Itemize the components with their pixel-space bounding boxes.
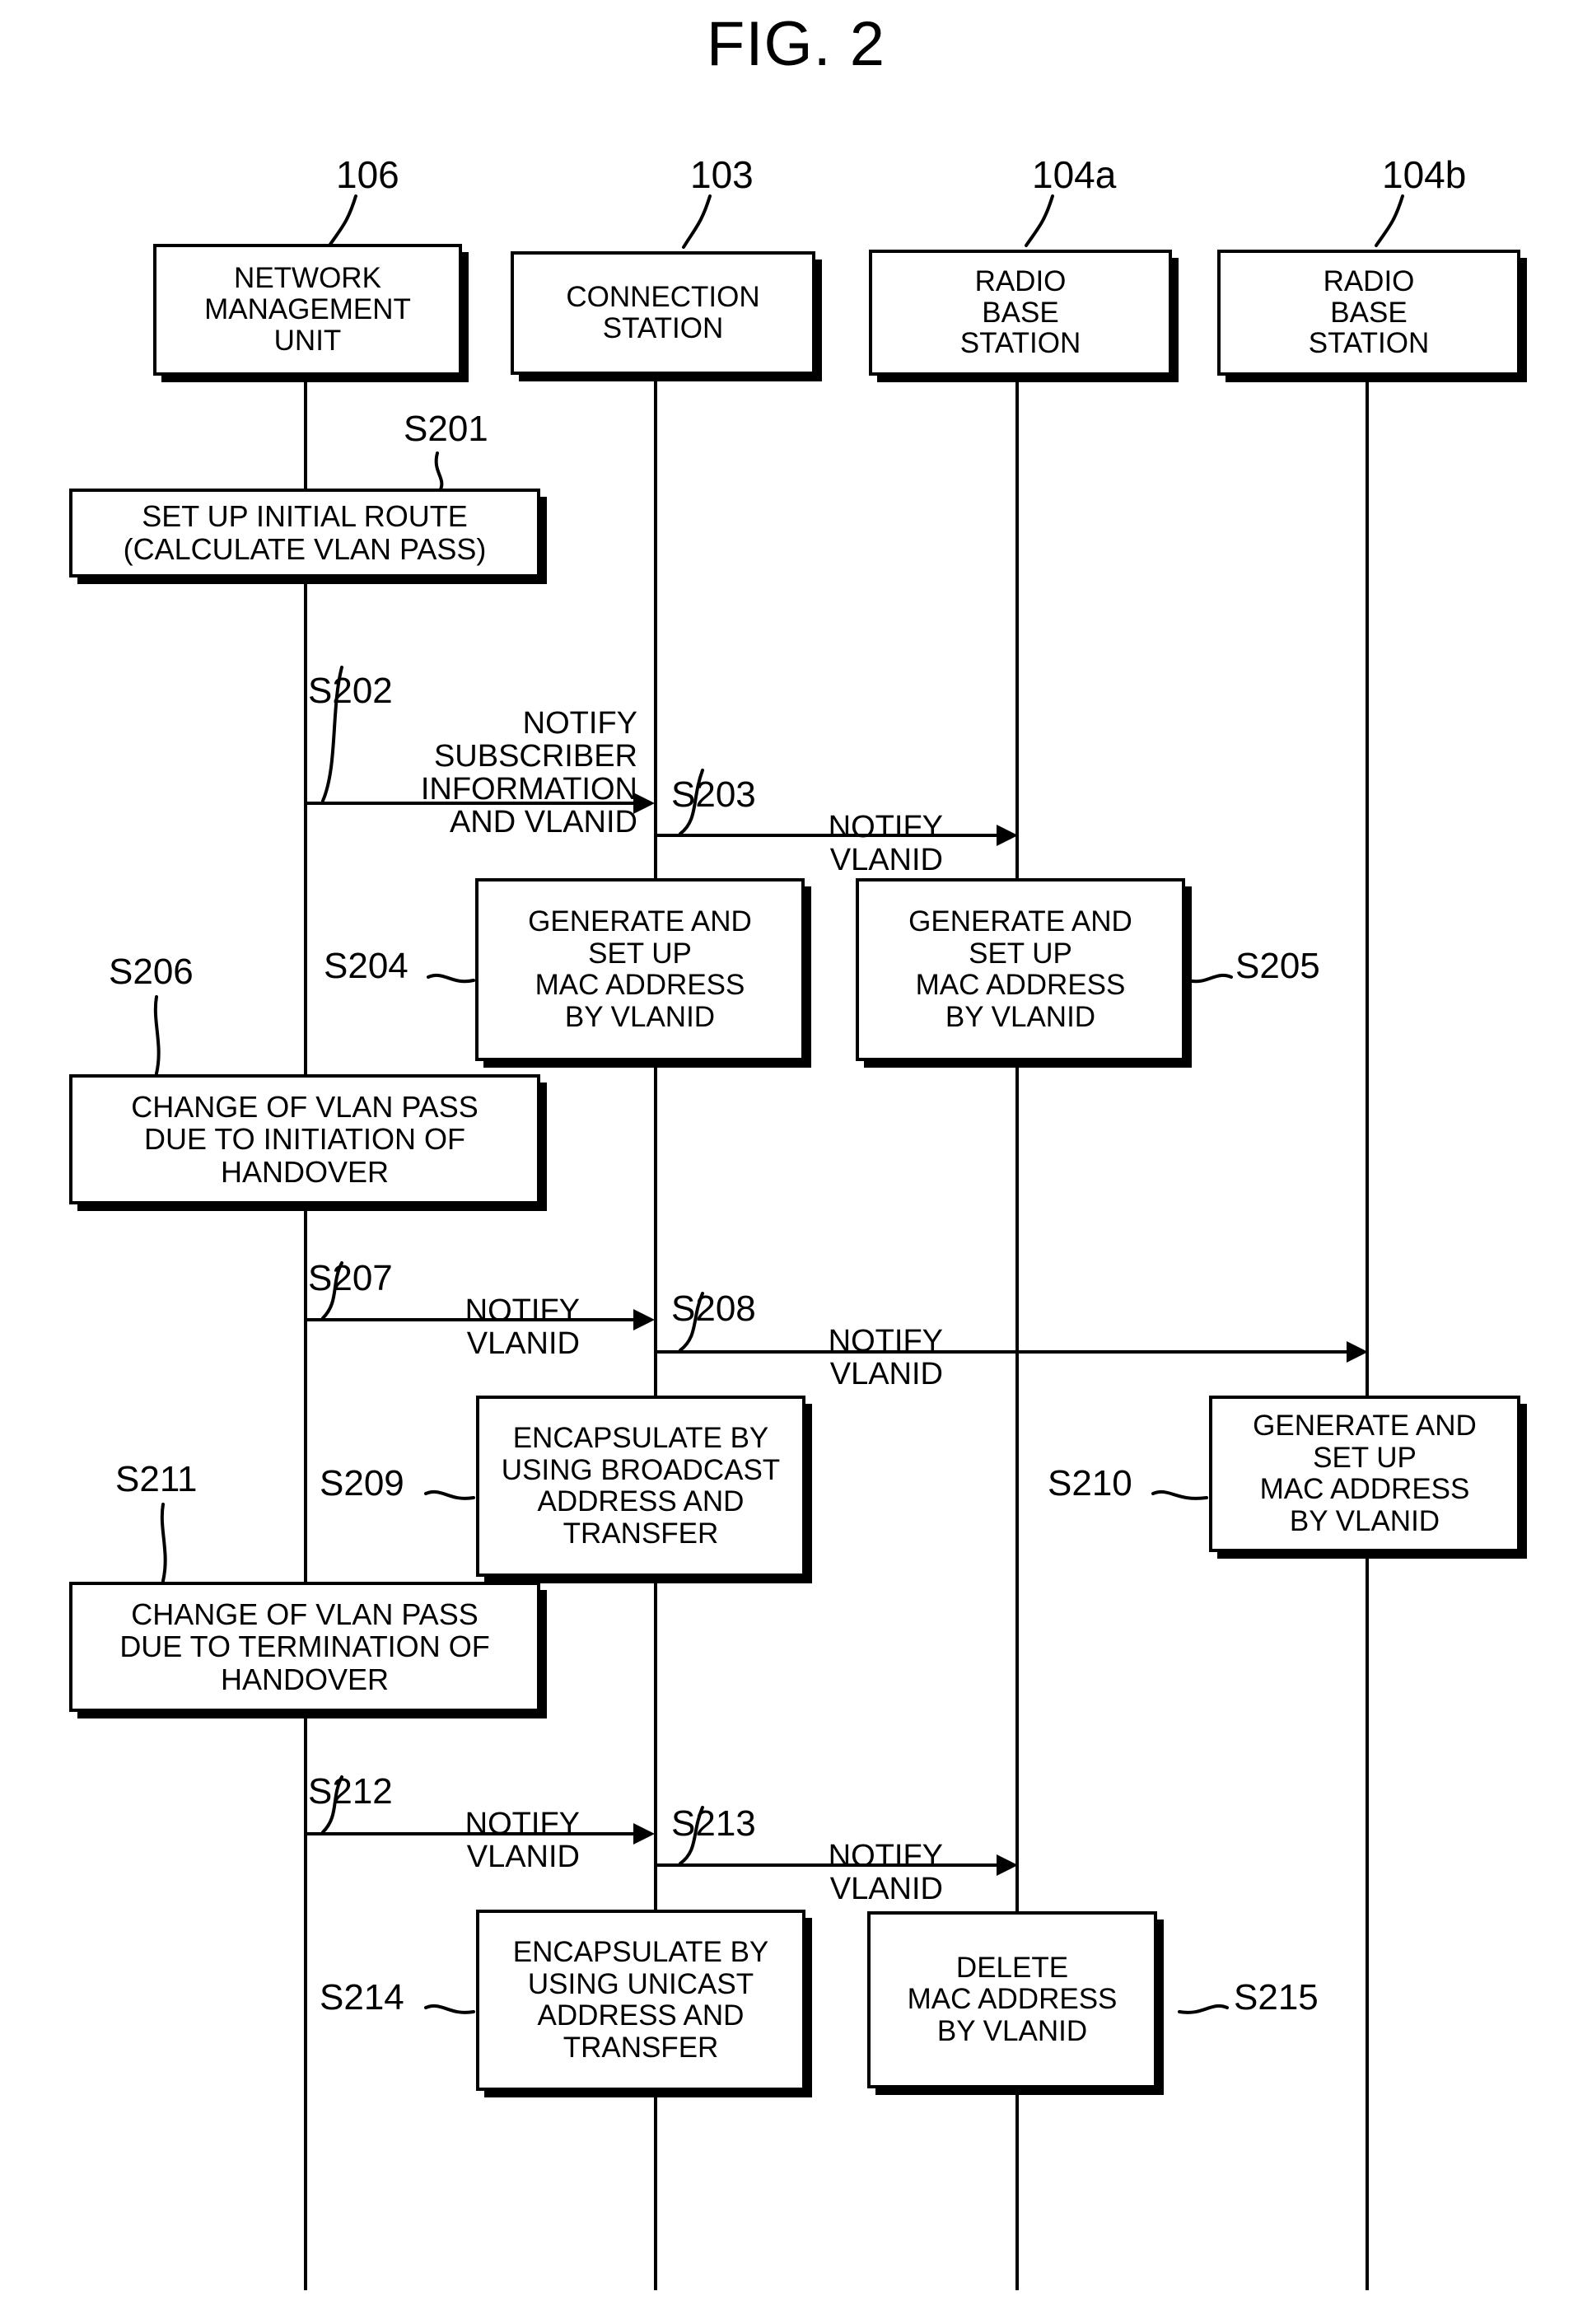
actor-label-103: CONNECTION STATION (566, 281, 760, 344)
actor-label-104a: RADIO BASE STATION (959, 264, 1081, 360)
message-step-s207: S207 (308, 1258, 393, 1299)
leader-s214 (424, 2004, 475, 2014)
leader-104b (1375, 194, 1404, 247)
message-step-s213: S213 (671, 1803, 756, 1845)
actor-box-radio-base-station-b: RADIO BASE STATION (1217, 250, 1520, 376)
message-label-s213: S213 NOTIFY VLANID (671, 1773, 943, 1972)
step-number-s206: S206 (109, 952, 194, 992)
actor-label-104b: RADIO BASE STATION (1308, 264, 1430, 360)
step-number-s209: S209 (320, 1463, 404, 1503)
message-text-s212: NOTIFY VLANID (465, 1806, 580, 1874)
step-number-s211: S211 (115, 1459, 198, 1499)
message-text-s207: NOTIFY VLANID (465, 1293, 580, 1361)
process-label-s210: GENERATE AND SET UP MAC ADDRESS BY VLANI… (1253, 1410, 1477, 1537)
message-text-s203: NOTIFY VLANID (828, 809, 943, 877)
step-number-s210: S210 (1048, 1463, 1132, 1503)
leader-s205 (1186, 973, 1233, 984)
process-box-s201: SET UP INITIAL ROUTE (CALCULATE VLAN PAS… (69, 489, 540, 577)
actor-box-connection-station: CONNECTION STATION (511, 251, 815, 375)
ref-number-104b: 104b (1382, 153, 1467, 196)
leader-106 (328, 194, 357, 247)
patent-figure: FIG. 2 NETWORK MANAGEMENT UNIT CONNECTIO… (0, 0, 1592, 2324)
leader-s206 (153, 995, 161, 1075)
message-step-s203: S203 (671, 774, 756, 816)
ref-number-103: 103 (690, 153, 754, 196)
message-label-s208: S208 NOTIFY VLANID (671, 1258, 943, 1457)
ref-number-104a: 104a (1032, 153, 1117, 196)
actor-label-106: NETWORK MANAGEMENT UNIT (204, 262, 411, 357)
arrow-head-s207 (633, 1309, 655, 1330)
step-number-s205: S205 (1235, 946, 1320, 986)
leader-s211 (160, 1503, 167, 1583)
leader-s215 (1178, 2004, 1229, 2014)
leader-s204 (427, 973, 475, 984)
message-step-s212: S212 (308, 1771, 393, 1812)
leader-104a (1025, 194, 1054, 247)
process-box-s206: CHANGE OF VLAN PASS DUE TO INITIATION OF… (69, 1074, 540, 1204)
actor-box-radio-base-station-a: RADIO BASE STATION (869, 250, 1172, 376)
ref-number-106: 106 (336, 153, 399, 196)
process-box-s210: GENERATE AND SET UP MAC ADDRESS BY VLANI… (1209, 1396, 1520, 1552)
leader-103 (682, 194, 712, 249)
step-number-s214: S214 (320, 1977, 404, 2018)
step-number-s215: S215 (1234, 1977, 1319, 2018)
arrow-head-s213 (997, 1854, 1018, 1876)
leader-s209 (424, 1489, 475, 1500)
lifeline-104b (1366, 268, 1369, 2290)
message-step-s208: S208 (671, 1288, 756, 1330)
step-number-s204: S204 (324, 946, 409, 986)
process-box-s211: CHANGE OF VLAN PASS DUE TO TERMINATION O… (69, 1582, 540, 1712)
message-text-s202: NOTIFY SUBSCRIBER INFORMATION AND VLANID (420, 705, 637, 840)
arrow-head-s203 (997, 825, 1018, 846)
message-text-s208: NOTIFY VLANID (828, 1323, 943, 1391)
message-label-s207: S207 NOTIFY VLANID (308, 1227, 580, 1427)
message-label-s203: S203 NOTIFY VLANID (671, 744, 943, 943)
figure-title: FIG. 2 (706, 9, 886, 79)
message-step-s202: S202 (308, 671, 393, 712)
process-label-s211: CHANGE OF VLAN PASS DUE TO TERMINATION O… (119, 1597, 490, 1696)
message-label-s202: S202 NOTIFY SUBSCRIBER INFORMATION AND VL… (308, 640, 637, 905)
process-label-s201: SET UP INITIAL ROUTE (CALCULATE VLAN PAS… (123, 499, 487, 566)
actor-box-network-management-unit: NETWORK MANAGEMENT UNIT (153, 244, 462, 376)
process-label-s206: CHANGE OF VLAN PASS DUE TO INITIATION OF… (131, 1089, 479, 1189)
leader-s210 (1151, 1489, 1208, 1500)
step-number-s201: S201 (404, 409, 488, 449)
leader-s201 (434, 451, 444, 491)
message-text-s213: NOTIFY VLANID (828, 1838, 943, 1906)
message-label-s212: S212 NOTIFY VLANID (308, 1741, 580, 1940)
arrow-head-s212 (633, 1823, 655, 1845)
arrow-head-s208 (1347, 1341, 1368, 1363)
